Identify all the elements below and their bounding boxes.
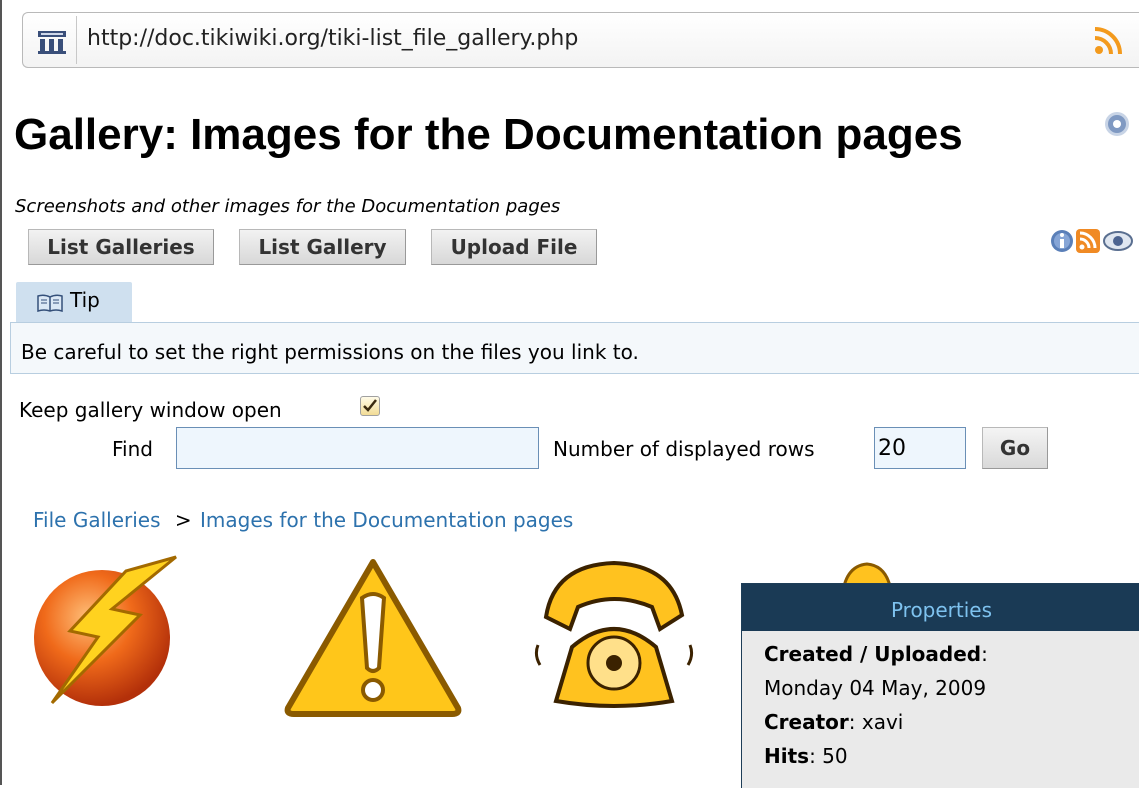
go-button[interactable]: Go	[982, 427, 1048, 469]
page-title: Gallery: Images for the Documentation pa…	[14, 110, 963, 159]
created-label: Created / Uploaded	[764, 642, 982, 666]
monitor-eye-icon[interactable]	[1103, 231, 1133, 251]
keep-window-checkbox[interactable]	[360, 396, 380, 416]
list-galleries-button[interactable]: List Galleries	[28, 229, 214, 265]
window-border	[0, 0, 2, 785]
find-input[interactable]	[176, 427, 539, 469]
checkmark-icon	[363, 399, 377, 412]
creator-value: xavi	[861, 710, 904, 734]
tip-label: Tip	[70, 288, 100, 312]
hits-value: 50	[822, 744, 848, 768]
creator-label: Creator	[764, 710, 849, 734]
gallery-description: Screenshots and other images for the Doc…	[15, 196, 561, 217]
rss-icon[interactable]	[1093, 26, 1123, 56]
tip-text: Be careful to set the right permissions …	[21, 340, 639, 364]
hits-row: Hits: 50	[764, 744, 848, 768]
rows-input[interactable]	[874, 427, 966, 469]
list-gallery-button[interactable]: List Gallery	[239, 229, 406, 265]
lightning-icon[interactable]	[26, 553, 186, 718]
created-row: Created / Uploaded:	[764, 642, 988, 666]
breadcrumb-separator: >	[174, 508, 192, 532]
gallery-tool-icons	[1051, 229, 1133, 253]
created-value: Monday 04 May, 2009	[764, 676, 987, 700]
keep-window-label: Keep gallery window open	[19, 398, 282, 422]
warning-icon[interactable]	[282, 556, 464, 718]
tip-tab: Tip	[16, 282, 132, 322]
book-icon	[37, 294, 63, 312]
tip-box: Be careful to set the right permissions …	[10, 322, 1139, 374]
breadcrumb-current-gallery[interactable]: Images for the Documentation pages	[200, 508, 573, 532]
properties-body: Created / Uploaded: Monday 04 May, 2009 …	[742, 631, 1139, 773]
breadcrumb: File Galleries > Images for the Document…	[33, 508, 573, 532]
rows-label: Number of displayed rows	[553, 437, 815, 461]
properties-popup: Properties Created / Uploaded: Monday 04…	[741, 583, 1139, 788]
address-bar-divider	[76, 16, 77, 64]
properties-header: Properties	[742, 584, 1139, 631]
telephone-icon[interactable]	[532, 555, 697, 713]
upload-file-button[interactable]: Upload File	[431, 229, 597, 265]
info-icon[interactable]	[1051, 230, 1073, 252]
tiki-site-icon	[38, 31, 66, 54]
help-icon[interactable]	[1103, 110, 1131, 138]
address-url[interactable]: http://doc.tikiwiki.org/tiki-list_file_g…	[87, 26, 578, 51]
hits-label: Hits	[764, 744, 810, 768]
breadcrumb-file-galleries[interactable]: File Galleries	[33, 508, 161, 532]
creator-row: Creator: xavi	[764, 710, 904, 734]
find-label: Find	[112, 437, 153, 461]
rss-feed-icon[interactable]	[1076, 229, 1100, 253]
